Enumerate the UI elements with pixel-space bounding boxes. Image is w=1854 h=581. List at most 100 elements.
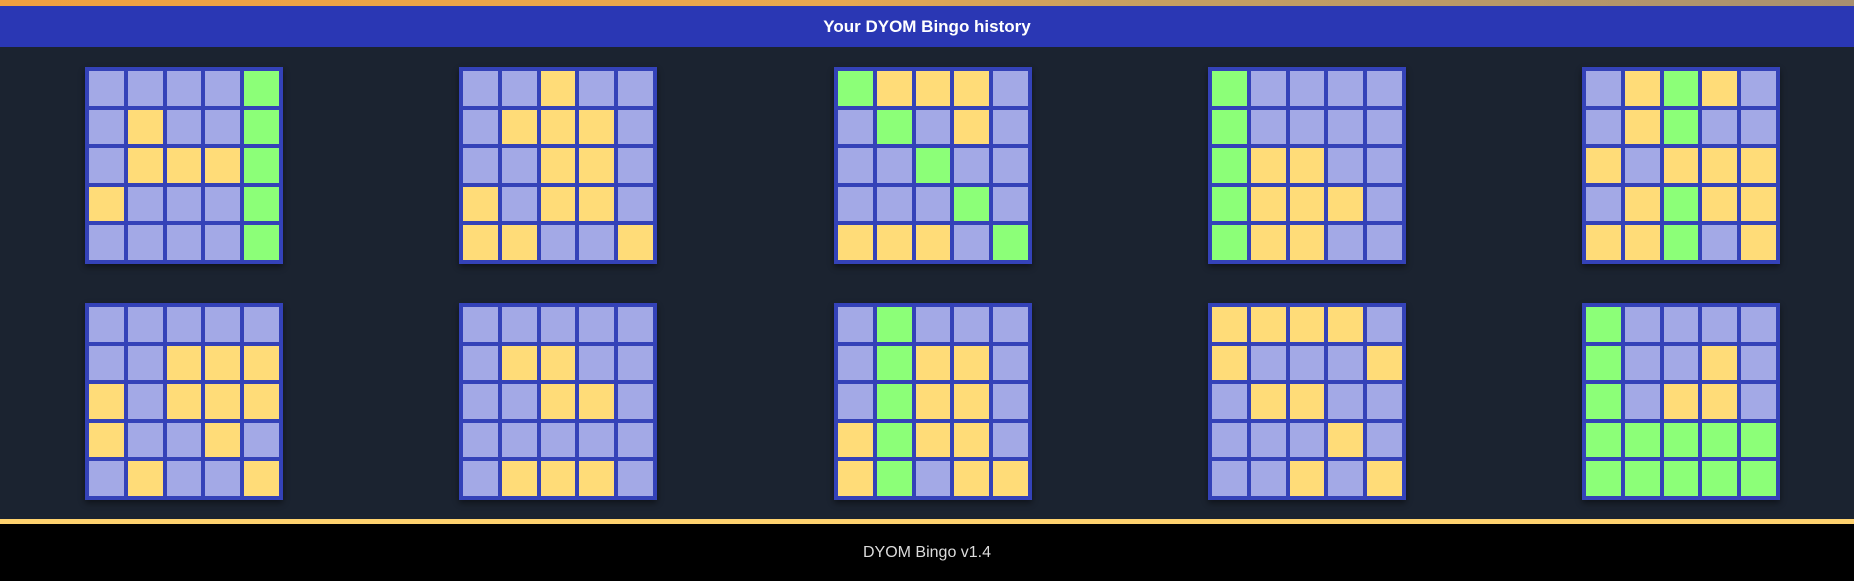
bingo-cell-marked	[501, 461, 537, 496]
bingo-cell-marked	[1328, 186, 1364, 222]
bingo-board-5[interactable]	[1582, 67, 1780, 264]
bingo-cell-unmarked	[205, 109, 241, 145]
bingo-cell-unmarked	[463, 384, 498, 419]
bingo-cell-marked	[540, 345, 576, 381]
bingo-board-2[interactable]	[459, 67, 657, 264]
bingo-cell-bingo	[244, 71, 279, 106]
bingo-cell-marked	[244, 384, 279, 419]
bingo-board-10[interactable]	[1582, 303, 1780, 500]
bingo-cell-marked	[127, 109, 163, 145]
bingo-cell-bingo	[1586, 307, 1621, 342]
bingo-cell-marked	[579, 148, 615, 183]
bingo-cell-marked	[463, 225, 498, 260]
bingo-cell-unmarked	[1367, 71, 1402, 106]
bingo-cell-unmarked	[501, 422, 537, 458]
bingo-cell-unmarked	[463, 71, 498, 106]
bingo-board-4[interactable]	[1208, 67, 1406, 264]
bingo-board-8[interactable]	[834, 303, 1032, 500]
bingo-cell-unmarked	[876, 186, 912, 222]
bingo-cell-unmarked	[501, 384, 537, 419]
bingo-cell-unmarked	[205, 71, 241, 106]
bingo-cell-unmarked	[1367, 384, 1402, 419]
bingo-cell-marked	[1741, 148, 1776, 183]
bingo-cell-unmarked	[540, 422, 576, 458]
bingo-board-6[interactable]	[85, 303, 283, 500]
bingo-cell-marked	[1289, 186, 1325, 222]
bingo-cell-unmarked	[1586, 186, 1621, 222]
bingo-cell-unmarked	[618, 384, 653, 419]
bingo-cell-marked	[166, 148, 202, 183]
bingo-cell-unmarked	[1367, 109, 1402, 145]
bingo-cell-bingo	[1212, 225, 1247, 260]
bingo-cell-bingo	[1741, 422, 1776, 458]
bingo-cell-unmarked	[127, 307, 163, 342]
bingo-cell-unmarked	[127, 422, 163, 458]
bingo-cell-unmarked	[1741, 109, 1776, 145]
bingo-cell-unmarked	[993, 71, 1028, 106]
bingo-cell-marked	[954, 384, 990, 419]
bingo-cell-unmarked	[463, 307, 498, 342]
bingo-cell-marked	[501, 225, 537, 260]
bingo-cell-bingo	[1212, 109, 1247, 145]
bingo-cell-marked	[618, 225, 653, 260]
bingo-cell-unmarked	[463, 109, 498, 145]
bingo-cell-bingo	[1663, 461, 1699, 496]
bingo-cell-marked	[540, 148, 576, 183]
page-title: Your DYOM Bingo history	[823, 16, 1031, 36]
bingo-cell-marked	[1586, 148, 1621, 183]
bingo-cell-marked	[1289, 307, 1325, 342]
bingo-cell-unmarked	[1702, 225, 1738, 260]
bingo-cell-unmarked	[1250, 461, 1286, 496]
bingo-board-9[interactable]	[1208, 303, 1406, 500]
bingo-cell-unmarked	[540, 225, 576, 260]
bingo-cell-marked	[1741, 225, 1776, 260]
bingo-cell-bingo	[1586, 422, 1621, 458]
bingo-cell-unmarked	[618, 109, 653, 145]
bingo-cell-unmarked	[618, 186, 653, 222]
bingo-board-7[interactable]	[459, 303, 657, 500]
bingo-board-1[interactable]	[85, 67, 283, 264]
bingo-cell-unmarked	[1367, 307, 1402, 342]
bingo-cell-unmarked	[1624, 148, 1660, 183]
bingo-cell-bingo	[1663, 109, 1699, 145]
bingo-board-3[interactable]	[834, 67, 1032, 264]
bingo-cell-unmarked	[1702, 109, 1738, 145]
bingo-cell-marked	[954, 71, 990, 106]
bingo-cell-marked	[540, 461, 576, 496]
bingo-cell-unmarked	[993, 186, 1028, 222]
bingo-cell-unmarked	[579, 225, 615, 260]
bingo-cell-marked	[579, 384, 615, 419]
bingo-cell-unmarked	[463, 148, 498, 183]
bingo-cell-unmarked	[1328, 384, 1364, 419]
bingo-cell-marked	[166, 345, 202, 381]
bingo-cell-unmarked	[127, 71, 163, 106]
bingo-cell-marked	[993, 461, 1028, 496]
bingo-cell-marked	[1367, 461, 1402, 496]
bingo-cell-unmarked	[89, 71, 124, 106]
bingo-cell-bingo	[876, 461, 912, 496]
bingo-cell-marked	[915, 225, 951, 260]
bingo-cell-unmarked	[1212, 422, 1247, 458]
bingo-cell-bingo	[244, 225, 279, 260]
bingo-cell-marked	[1586, 225, 1621, 260]
bingo-cell-marked	[540, 109, 576, 145]
bingo-cell-unmarked	[1212, 384, 1247, 419]
bingo-cell-unmarked	[166, 109, 202, 145]
bingo-cell-unmarked	[1586, 109, 1621, 145]
bingo-cell-unmarked	[1663, 345, 1699, 381]
bingo-cell-marked	[838, 225, 873, 260]
bingo-cell-unmarked	[579, 345, 615, 381]
bingo-cell-bingo	[1702, 422, 1738, 458]
bingo-cell-unmarked	[244, 307, 279, 342]
bingo-cell-unmarked	[954, 307, 990, 342]
bingo-cell-bingo	[1586, 461, 1621, 496]
bingo-cell-marked	[579, 109, 615, 145]
bingo-cell-unmarked	[993, 422, 1028, 458]
bingo-cell-unmarked	[876, 148, 912, 183]
bingo-cell-unmarked	[1328, 148, 1364, 183]
bingo-cell-unmarked	[89, 109, 124, 145]
bingo-cell-unmarked	[463, 422, 498, 458]
bingo-cell-bingo	[1212, 148, 1247, 183]
bingo-cell-unmarked	[205, 461, 241, 496]
bingo-cell-unmarked	[166, 71, 202, 106]
